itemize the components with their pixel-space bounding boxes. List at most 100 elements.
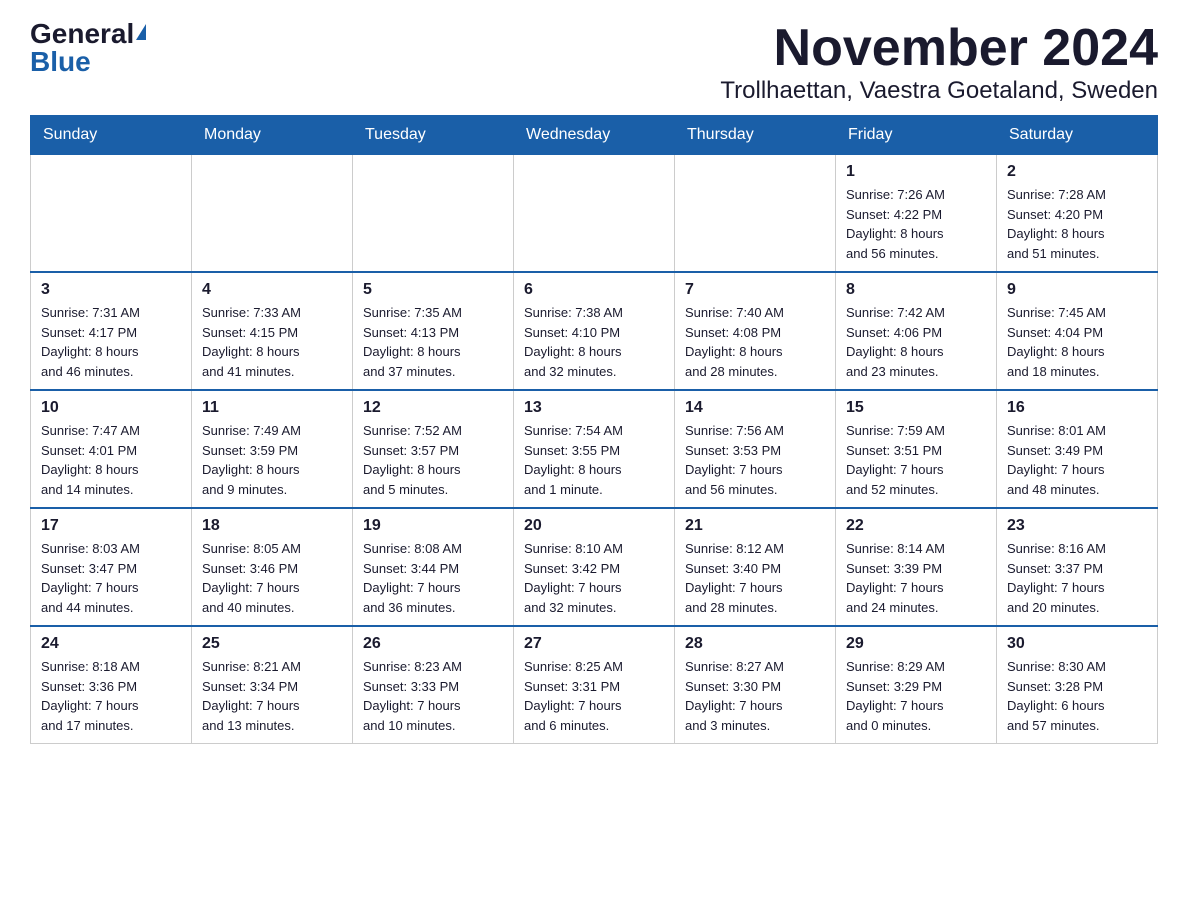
calendar-cell <box>675 155 836 273</box>
day-number: 13 <box>524 399 664 417</box>
day-info: Sunrise: 8:18 AMSunset: 3:36 PMDaylight:… <box>41 657 181 735</box>
calendar-cell: 1 Sunrise: 7:26 AMSunset: 4:22 PMDaylight… <box>836 155 997 273</box>
day-number: 19 <box>363 517 503 535</box>
day-info: Sunrise: 7:59 AMSunset: 3:51 PMDaylight:… <box>846 421 986 499</box>
logo: General Blue <box>30 20 146 76</box>
day-number: 2 <box>1007 163 1147 181</box>
day-number: 9 <box>1007 281 1147 299</box>
calendar-cell: 6 Sunrise: 7:38 AMSunset: 4:10 PMDaylight… <box>514 272 675 390</box>
calendar-cell: 4 Sunrise: 7:33 AMSunset: 4:15 PMDaylight… <box>192 272 353 390</box>
title-block: November 2024 Trollhaettan, Vaestra Goet… <box>720 20 1158 105</box>
day-info: Sunrise: 8:16 AMSunset: 3:37 PMDaylight:… <box>1007 539 1147 617</box>
day-info: Sunrise: 7:56 AMSunset: 3:53 PMDaylight:… <box>685 421 825 499</box>
day-number: 6 <box>524 281 664 299</box>
day-number: 7 <box>685 281 825 299</box>
calendar-cell: 10 Sunrise: 7:47 AMSunset: 4:01 PMDayligh… <box>31 390 192 508</box>
calendar-cell: 13 Sunrise: 7:54 AMSunset: 3:55 PMDayligh… <box>514 390 675 508</box>
calendar-header-friday: Friday <box>836 116 997 155</box>
calendar-cell: 16 Sunrise: 8:01 AMSunset: 3:49 PMDayligh… <box>997 390 1158 508</box>
calendar-cell: 18 Sunrise: 8:05 AMSunset: 3:46 PMDayligh… <box>192 508 353 626</box>
calendar-cell: 24Sunrise: 8:18 AMSunset: 3:36 PMDayligh… <box>31 626 192 744</box>
day-info: Sunrise: 8:10 AMSunset: 3:42 PMDaylight:… <box>524 539 664 617</box>
calendar-cell: 17 Sunrise: 8:03 AMSunset: 3:47 PMDayligh… <box>31 508 192 626</box>
calendar-header-tuesday: Tuesday <box>353 116 514 155</box>
day-number: 17 <box>41 517 181 535</box>
day-info: Sunrise: 7:52 AMSunset: 3:57 PMDaylight:… <box>363 421 503 499</box>
day-number: 30 <box>1007 635 1147 653</box>
page-subtitle: Trollhaettan, Vaestra Goetaland, Sweden <box>720 77 1158 105</box>
day-info: Sunrise: 8:12 AMSunset: 3:40 PMDaylight:… <box>685 539 825 617</box>
day-number: 12 <box>363 399 503 417</box>
calendar-header-thursday: Thursday <box>675 116 836 155</box>
day-info: Sunrise: 7:45 AMSunset: 4:04 PMDaylight:… <box>1007 303 1147 381</box>
calendar-cell <box>192 155 353 273</box>
calendar-cell: 22 Sunrise: 8:14 AMSunset: 3:39 PMDayligh… <box>836 508 997 626</box>
day-number: 4 <box>202 281 342 299</box>
day-number: 26 <box>363 635 503 653</box>
calendar-week-row: 3 Sunrise: 7:31 AMSunset: 4:17 PMDaylight… <box>31 272 1158 390</box>
day-info: Sunrise: 7:33 AMSunset: 4:15 PMDaylight:… <box>202 303 342 381</box>
calendar-week-row: 10 Sunrise: 7:47 AMSunset: 4:01 PMDayligh… <box>31 390 1158 508</box>
day-info: Sunrise: 8:27 AMSunset: 3:30 PMDaylight:… <box>685 657 825 735</box>
day-info: Sunrise: 8:21 AMSunset: 3:34 PMDaylight:… <box>202 657 342 735</box>
calendar-week-row: 24Sunrise: 8:18 AMSunset: 3:36 PMDayligh… <box>31 626 1158 744</box>
calendar-header-monday: Monday <box>192 116 353 155</box>
day-info: Sunrise: 7:31 AMSunset: 4:17 PMDaylight:… <box>41 303 181 381</box>
calendar-cell: 8 Sunrise: 7:42 AMSunset: 4:06 PMDaylight… <box>836 272 997 390</box>
day-info: Sunrise: 7:47 AMSunset: 4:01 PMDaylight:… <box>41 421 181 499</box>
logo-triangle-icon <box>136 24 146 40</box>
day-number: 16 <box>1007 399 1147 417</box>
calendar-cell: 11 Sunrise: 7:49 AMSunset: 3:59 PMDayligh… <box>192 390 353 508</box>
logo-general: General <box>30 20 134 48</box>
day-info: Sunrise: 7:49 AMSunset: 3:59 PMDaylight:… <box>202 421 342 499</box>
calendar-cell: 19Sunrise: 8:08 AMSunset: 3:44 PMDayligh… <box>353 508 514 626</box>
day-info: Sunrise: 8:23 AMSunset: 3:33 PMDaylight:… <box>363 657 503 735</box>
day-info: Sunrise: 7:42 AMSunset: 4:06 PMDaylight:… <box>846 303 986 381</box>
page-header: General Blue November 2024 Trollhaettan,… <box>30 20 1158 105</box>
day-number: 18 <box>202 517 342 535</box>
day-info: Sunrise: 8:05 AMSunset: 3:46 PMDaylight:… <box>202 539 342 617</box>
calendar-cell: 5 Sunrise: 7:35 AMSunset: 4:13 PMDaylight… <box>353 272 514 390</box>
day-number: 3 <box>41 281 181 299</box>
calendar-header-saturday: Saturday <box>997 116 1158 155</box>
calendar-header-sunday: Sunday <box>31 116 192 155</box>
calendar-header-row: SundayMondayTuesdayWednesdayThursdayFrid… <box>31 116 1158 155</box>
calendar-cell: 3 Sunrise: 7:31 AMSunset: 4:17 PMDaylight… <box>31 272 192 390</box>
day-info: Sunrise: 7:38 AMSunset: 4:10 PMDaylight:… <box>524 303 664 381</box>
calendar-cell: 29Sunrise: 8:29 AMSunset: 3:29 PMDayligh… <box>836 626 997 744</box>
calendar-cell <box>514 155 675 273</box>
day-info: Sunrise: 7:54 AMSunset: 3:55 PMDaylight:… <box>524 421 664 499</box>
day-number: 14 <box>685 399 825 417</box>
calendar-cell: 21Sunrise: 8:12 AMSunset: 3:40 PMDayligh… <box>675 508 836 626</box>
calendar-cell: 26 Sunrise: 8:23 AMSunset: 3:33 PMDayligh… <box>353 626 514 744</box>
day-number: 8 <box>846 281 986 299</box>
day-info: Sunrise: 8:30 AMSunset: 3:28 PMDaylight:… <box>1007 657 1147 735</box>
calendar-cell: 15Sunrise: 7:59 AMSunset: 3:51 PMDayligh… <box>836 390 997 508</box>
day-number: 20 <box>524 517 664 535</box>
day-info: Sunrise: 7:26 AMSunset: 4:22 PMDaylight:… <box>846 185 986 263</box>
calendar-cell: 9 Sunrise: 7:45 AMSunset: 4:04 PMDaylight… <box>997 272 1158 390</box>
day-number: 5 <box>363 281 503 299</box>
calendar-cell: 20 Sunrise: 8:10 AMSunset: 3:42 PMDayligh… <box>514 508 675 626</box>
calendar-week-row: 17 Sunrise: 8:03 AMSunset: 3:47 PMDayligh… <box>31 508 1158 626</box>
day-info: Sunrise: 7:40 AMSunset: 4:08 PMDaylight:… <box>685 303 825 381</box>
day-number: 28 <box>685 635 825 653</box>
logo-blue: Blue <box>30 48 91 76</box>
calendar-cell: 7 Sunrise: 7:40 AMSunset: 4:08 PMDaylight… <box>675 272 836 390</box>
day-info: Sunrise: 8:01 AMSunset: 3:49 PMDaylight:… <box>1007 421 1147 499</box>
calendar-week-row: 1 Sunrise: 7:26 AMSunset: 4:22 PMDaylight… <box>31 155 1158 273</box>
day-info: Sunrise: 7:35 AMSunset: 4:13 PMDaylight:… <box>363 303 503 381</box>
calendar-cell: 12 Sunrise: 7:52 AMSunset: 3:57 PMDayligh… <box>353 390 514 508</box>
day-number: 25 <box>202 635 342 653</box>
calendar-cell: 30 Sunrise: 8:30 AMSunset: 3:28 PMDayligh… <box>997 626 1158 744</box>
calendar-cell: 2Sunrise: 7:28 AMSunset: 4:20 PMDaylight… <box>997 155 1158 273</box>
calendar-cell <box>353 155 514 273</box>
day-info: Sunrise: 8:03 AMSunset: 3:47 PMDaylight:… <box>41 539 181 617</box>
day-info: Sunrise: 8:14 AMSunset: 3:39 PMDaylight:… <box>846 539 986 617</box>
day-number: 22 <box>846 517 986 535</box>
day-number: 1 <box>846 163 986 181</box>
day-number: 11 <box>202 399 342 417</box>
day-info: Sunrise: 8:25 AMSunset: 3:31 PMDaylight:… <box>524 657 664 735</box>
calendar-header-wednesday: Wednesday <box>514 116 675 155</box>
day-number: 10 <box>41 399 181 417</box>
